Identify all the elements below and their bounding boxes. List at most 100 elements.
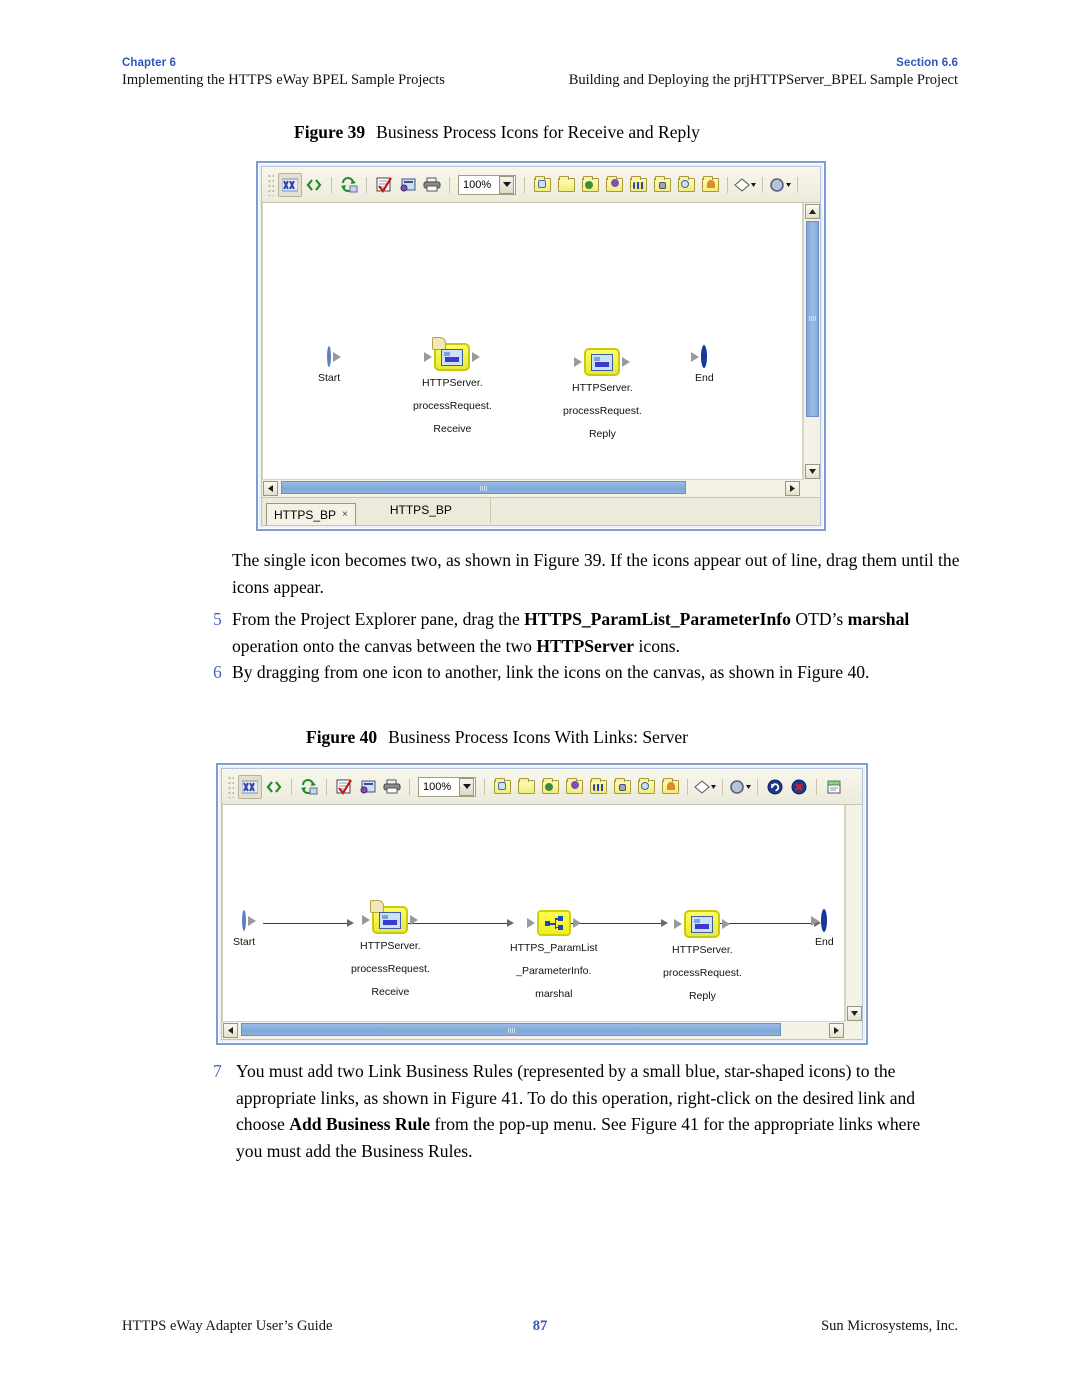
properties-icon[interactable] bbox=[356, 775, 380, 799]
synchronize-icon[interactable] bbox=[337, 173, 361, 197]
receive-folder-icon[interactable] bbox=[634, 775, 658, 799]
step-5-icon-name: HTTPServer bbox=[536, 635, 635, 656]
toolbar-separator bbox=[797, 176, 798, 193]
receive-folder-icon[interactable] bbox=[674, 173, 698, 197]
otd-marshal-icon bbox=[526, 910, 581, 936]
scroll-up-button[interactable] bbox=[804, 204, 820, 219]
reply-folder-icon[interactable] bbox=[698, 173, 722, 197]
toolbar-separator bbox=[291, 778, 292, 795]
new-document-icon[interactable] bbox=[822, 775, 846, 799]
synchronize-icon[interactable] bbox=[297, 775, 321, 799]
horizontal-scroll-thumb[interactable] bbox=[241, 1023, 781, 1036]
scope-folder-icon[interactable] bbox=[538, 775, 562, 799]
zoom-level-combobox[interactable]: 100% bbox=[418, 776, 476, 797]
stop-circle-icon[interactable] bbox=[787, 775, 811, 799]
scroll-left-button[interactable] bbox=[223, 1023, 238, 1038]
node-label: Reply bbox=[688, 990, 716, 1002]
assign-folder-icon[interactable] bbox=[610, 775, 634, 799]
scroll-left-button[interactable] bbox=[263, 481, 278, 496]
circle-event-icon[interactable] bbox=[728, 775, 752, 799]
toolbar-separator bbox=[484, 778, 485, 795]
footer-company: Sun Microsystems, Inc. bbox=[821, 1318, 958, 1334]
refresh-circle-icon[interactable] bbox=[763, 775, 787, 799]
toolbar-separator bbox=[687, 778, 688, 795]
chevron-down-icon[interactable] bbox=[499, 175, 514, 194]
step-5-otd-name: HTTPS_ParamList_ParameterInfo bbox=[524, 609, 791, 629]
activity-folder-icon[interactable] bbox=[530, 173, 554, 197]
vertical-scroll-thumb[interactable] bbox=[805, 221, 819, 417]
print-icon[interactable] bbox=[380, 775, 404, 799]
step-7-number: 7 bbox=[213, 1061, 222, 1081]
scope-folder-icon[interactable] bbox=[578, 173, 602, 197]
while-folder-icon[interactable] bbox=[586, 775, 610, 799]
figure-39-tabstrip[interactable]: HTTPS_BP × HTTPS_BP bbox=[262, 497, 820, 525]
step-5-text: From the Project Explorer pane, drag the… bbox=[232, 606, 962, 659]
code-brackets-icon[interactable] bbox=[262, 775, 286, 799]
toolbar-separator bbox=[326, 778, 327, 795]
canvas-vertical-scrollbar[interactable] bbox=[845, 805, 862, 1022]
assign-folder-icon[interactable] bbox=[650, 173, 674, 197]
scroll-right-button[interactable] bbox=[829, 1023, 844, 1038]
canvas-horizontal-scrollbar[interactable] bbox=[222, 1022, 862, 1039]
empty-folder-icon[interactable] bbox=[514, 775, 538, 799]
node-start[interactable]: Start bbox=[318, 346, 342, 384]
scroll-down-button[interactable] bbox=[847, 1006, 862, 1021]
diamond-decision-icon[interactable] bbox=[693, 775, 717, 799]
node-end[interactable]: End bbox=[691, 345, 714, 384]
step-7-text: You must add two Link Business Rules (re… bbox=[236, 1058, 948, 1164]
reply-folder-icon[interactable] bbox=[658, 775, 682, 799]
node-label: HTTPServer. bbox=[422, 377, 483, 389]
diamond-decision-icon[interactable] bbox=[733, 173, 757, 197]
while-folder-icon[interactable] bbox=[626, 173, 650, 197]
horizontal-scroll-thumb[interactable] bbox=[281, 481, 686, 494]
activity-folder-icon[interactable] bbox=[490, 775, 514, 799]
chevron-down-icon[interactable] bbox=[459, 777, 474, 796]
zoom-level-combobox[interactable]: 100% bbox=[458, 174, 516, 195]
code-brackets-icon[interactable] bbox=[302, 173, 326, 197]
figure-40-toolbar[interactable]: 100% bbox=[222, 769, 862, 805]
figure-39-title: Business Process Icons for Receive and R… bbox=[376, 122, 700, 142]
checkmark-form-icon[interactable] bbox=[332, 775, 356, 799]
node-reply[interactable]: HTTPServer. processRequest. Reply bbox=[563, 348, 642, 440]
canvas-vertical-scrollbar[interactable] bbox=[803, 203, 820, 480]
close-icon[interactable]: × bbox=[342, 509, 348, 520]
canvas-horizontal-scrollbar[interactable] bbox=[262, 480, 820, 497]
checkmark-form-icon[interactable] bbox=[372, 173, 396, 197]
running-head-left: Chapter 6 Implementing the HTTPS eWay BP… bbox=[122, 56, 445, 89]
invoke-folder-icon[interactable] bbox=[602, 173, 626, 197]
validate-icon[interactable] bbox=[278, 172, 302, 197]
properties-icon[interactable] bbox=[396, 173, 420, 197]
figure-39-toolbar[interactable]: 100% bbox=[262, 167, 820, 203]
node-end[interactable]: End bbox=[811, 909, 834, 948]
invoke-folder-icon[interactable] bbox=[562, 775, 586, 799]
empty-folder-icon[interactable] bbox=[554, 173, 578, 197]
step-5-part-a: From the Project Explorer pane, drag the bbox=[232, 609, 525, 629]
page-footer: HTTPS eWay Adapter User’s Guide 87 Sun M… bbox=[122, 1318, 958, 1338]
figure-40-canvas[interactable]: Start HTTPServer. processRequest. Receiv… bbox=[222, 805, 845, 1022]
validate-icon[interactable] bbox=[238, 774, 262, 799]
tab-https-bp[interactable]: HTTPS_BP × bbox=[266, 503, 356, 525]
end-circle-icon bbox=[691, 345, 708, 368]
node-start[interactable]: Start bbox=[233, 910, 257, 948]
figure-39-canvas[interactable]: Start HTTPServer. processRequest. Receiv… bbox=[262, 203, 803, 480]
link-start-receive[interactable] bbox=[263, 923, 349, 924]
print-icon[interactable] bbox=[420, 173, 444, 197]
step-5-part-c: OTD’s bbox=[790, 609, 848, 629]
section-label: Section 6.6 bbox=[896, 57, 958, 69]
node-receive[interactable]: HTTPServer. processRequest. Receive bbox=[413, 337, 492, 435]
toolbar-separator bbox=[816, 778, 817, 795]
start-circle-icon bbox=[242, 910, 257, 931]
toolbar-grip[interactable] bbox=[228, 775, 234, 798]
node-label: Reply bbox=[588, 428, 616, 440]
chapter-label: Chapter 6 bbox=[122, 57, 176, 69]
toolbar-grip[interactable] bbox=[268, 173, 274, 196]
circle-event-icon[interactable] bbox=[768, 173, 792, 197]
zoom-level-value: 100% bbox=[423, 780, 452, 793]
node-receive[interactable]: HTTPServer. processRequest. Receive bbox=[351, 900, 430, 998]
node-marshal[interactable]: HTTPS_ParamList _ParameterInfo. marshal bbox=[510, 910, 598, 1000]
running-head: Chapter 6 Implementing the HTTPS eWay BP… bbox=[122, 56, 958, 96]
zoom-level-value: 100% bbox=[463, 178, 492, 191]
scroll-down-button[interactable] bbox=[805, 464, 820, 479]
scroll-right-button[interactable] bbox=[785, 481, 800, 496]
node-reply[interactable]: HTTPServer. processRequest. Reply bbox=[663, 910, 742, 1002]
